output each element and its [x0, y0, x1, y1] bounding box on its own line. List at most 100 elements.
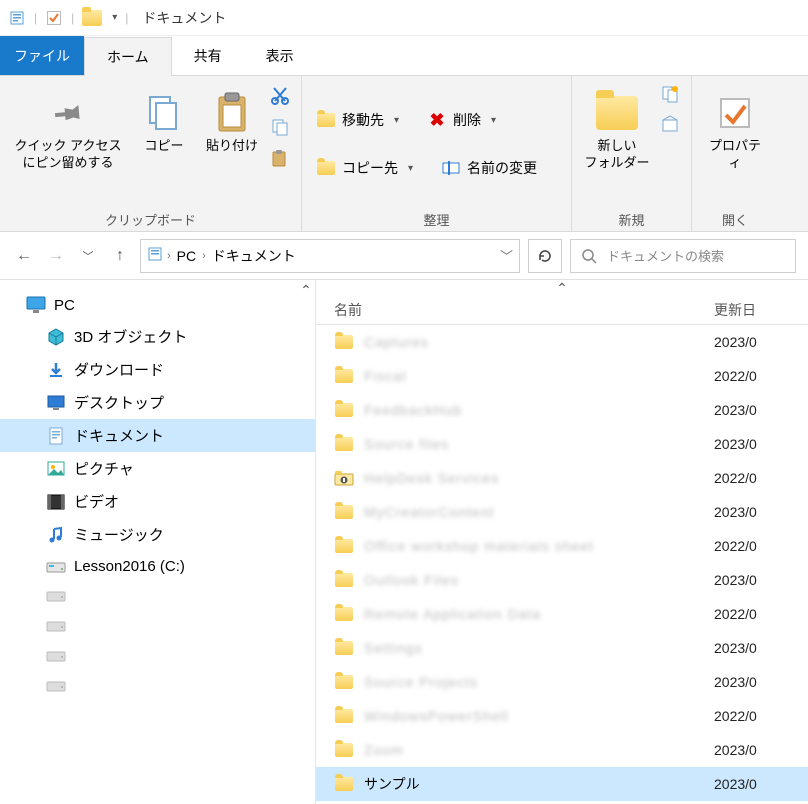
ribbon-group-clipboard: クイック アクセス にピン留めする コピー 貼り付け [0, 76, 302, 231]
copy-label: コピー [144, 138, 183, 155]
address-bar[interactable]: › PC › ドキュメント ﹀ [140, 239, 520, 273]
copy-path-icon[interactable] [270, 117, 290, 140]
tree-item[interactable]: Lesson2016 (C:) [0, 551, 315, 581]
file-row[interactable]: Source Projects2023/0 [316, 665, 808, 699]
address-history-dropdown[interactable]: ﹀ [500, 246, 513, 265]
file-date: 2022/0 [706, 606, 808, 622]
file-name: WindowsPowerShell [364, 708, 509, 724]
tree-item[interactable]: ビデオ [0, 485, 315, 518]
tree-item[interactable]: ダウンロード [0, 353, 315, 386]
up-button[interactable]: ↑ [108, 244, 132, 268]
tree-item[interactable]: 3D オブジェクト [0, 320, 315, 353]
tab-view[interactable]: 表示 [244, 36, 316, 75]
file-row[interactable]: サンプル 2023/0 [316, 767, 808, 801]
copy-to-button[interactable]: コピー先 ▾ [310, 155, 419, 181]
tree-item[interactable]: ミュージック [0, 518, 315, 551]
tab-share[interactable]: 共有 [172, 36, 244, 75]
refresh-button[interactable] [528, 239, 562, 273]
organize-group-label: 整理 [310, 206, 563, 229]
new-item-icon[interactable] [660, 84, 680, 107]
file-row[interactable]: Fiscal 2022/0 [316, 359, 808, 393]
file-row[interactable]: MyCreatorContent2023/0 [316, 495, 808, 529]
delete-button[interactable]: ✖ 削除 ▾ [421, 107, 502, 133]
main-area: ⌃ PC 3D オブジェクトダウンロードデスクトップドキュメントピクチャビデオミ… [0, 280, 808, 804]
file-row[interactable]: Outlook Files2023/0 [316, 563, 808, 597]
file-row[interactable]: Captures2023/0 [316, 325, 808, 359]
properties-button[interactable]: プロパティ [700, 82, 770, 172]
qat-check-icon[interactable] [45, 9, 63, 27]
forward-button[interactable]: → [44, 244, 68, 268]
pin-to-quick-access-button[interactable]: クイック アクセス にピン留めする [8, 82, 128, 172]
breadcrumb-chevron-icon[interactable]: › [167, 250, 171, 262]
tab-home[interactable]: ホーム [84, 37, 172, 76]
file-list-pane: ⌃ 名前 更新日 Captures2023/0 Fiscal 2022/0 Feedb… [316, 280, 808, 804]
tree-item[interactable]: デスクトップ [0, 386, 315, 419]
tree-item[interactable] [0, 641, 315, 671]
breadcrumb-pc[interactable]: PC [175, 248, 198, 264]
tree-item-label: 3D オブジェクト [74, 326, 187, 347]
tree-item[interactable] [0, 611, 315, 641]
tree-item[interactable] [0, 671, 315, 701]
chevron-down-icon: ▾ [491, 115, 496, 126]
search-placeholder: ドキュメントの検索 [607, 246, 724, 265]
tree-item[interactable]: ドキュメント [0, 419, 315, 452]
column-name[interactable]: 名前 [316, 300, 706, 320]
ribbon-group-organize: 移動先 ▾ ✖ 削除 ▾ コピー先 ▾ [302, 76, 572, 231]
file-row[interactable]: WindowsPowerShell 2022/0 [316, 699, 808, 733]
file-date: 2023/0 [706, 776, 808, 792]
file-date: 2022/0 [706, 708, 808, 724]
scroll-up-icon[interactable]: ⌃ [297, 280, 315, 804]
column-modified[interactable]: 更新日 [706, 300, 808, 320]
file-row[interactable]: Office workshop materials sheet2022/0 [316, 529, 808, 563]
file-name: MyCreatorContent [364, 504, 494, 520]
copy-to-label: コピー先 [342, 158, 398, 178]
titlebar: | | ▾ | ドキュメント [0, 0, 808, 36]
drive-gray-icon [46, 587, 66, 605]
file-name: Fiscal [364, 368, 407, 384]
copy-button[interactable]: コピー [134, 82, 194, 155]
file-row[interactable]: Source files2023/0 [316, 427, 808, 461]
recent-dropdown[interactable]: ﹀ [76, 244, 100, 268]
back-button[interactable]: ← [12, 244, 36, 268]
tree-item-label: Lesson2016 (C:) [74, 558, 185, 575]
pictures-icon [46, 460, 66, 478]
tab-file[interactable]: ファイル [0, 36, 84, 75]
file-date: 2022/0 [706, 368, 808, 384]
music-icon [46, 526, 66, 544]
separator: | [125, 11, 128, 25]
qat-properties-icon[interactable] [8, 9, 26, 27]
file-row[interactable]: Remote Application Data 2022/0 [316, 597, 808, 631]
navigation-pane: ⌃ PC 3D オブジェクトダウンロードデスクトップドキュメントピクチャビデオミ… [0, 280, 316, 804]
breadcrumb-chevron-icon[interactable]: › [202, 250, 206, 262]
file-date: 2023/0 [706, 402, 808, 418]
file-row[interactable]: FeedbackHub2023/0 [316, 393, 808, 427]
cut-icon[interactable] [270, 86, 290, 109]
file-name: サンプル [364, 774, 420, 794]
tree-pc[interactable]: PC [0, 290, 315, 320]
tree-item[interactable]: ピクチャ [0, 452, 315, 485]
tree-item[interactable] [0, 581, 315, 611]
paste-shortcut-icon[interactable] [270, 148, 290, 171]
file-date: 2022/0 [706, 470, 808, 486]
easy-access-icon[interactable] [660, 115, 680, 138]
tree-pc-label: PC [54, 297, 75, 314]
rename-button[interactable]: 名前の変更 [435, 155, 543, 181]
scroll-up-icon[interactable]: ⌃ [316, 280, 808, 296]
drive-gray-icon [46, 677, 66, 695]
new-folder-button[interactable]: 新しい フォルダー [580, 82, 654, 172]
paste-button[interactable]: 貼り付け [200, 82, 264, 155]
move-to-button[interactable]: 移動先 ▾ [310, 107, 405, 133]
window-title: ドキュメント [142, 8, 226, 28]
file-name: Remote Application Data [364, 606, 541, 622]
navbar: ← → ﹀ ↑ › PC › ドキュメント ﹀ ドキュメントの検索 [0, 232, 808, 280]
tree-item-label: ドキュメント [74, 425, 164, 446]
delete-icon: ✖ [427, 110, 447, 130]
qat-dropdown-icon[interactable]: ▾ [112, 12, 117, 23]
folder-icon [334, 606, 354, 622]
breadcrumb-current[interactable]: ドキュメント [210, 246, 298, 266]
file-row[interactable]: Zoom2023/0 [316, 733, 808, 767]
file-row[interactable]: HelpDesk Services2022/0 [316, 461, 808, 495]
file-date: 2023/0 [706, 334, 808, 350]
file-row[interactable]: Settings2023/0 [316, 631, 808, 665]
search-input[interactable]: ドキュメントの検索 [570, 239, 796, 273]
